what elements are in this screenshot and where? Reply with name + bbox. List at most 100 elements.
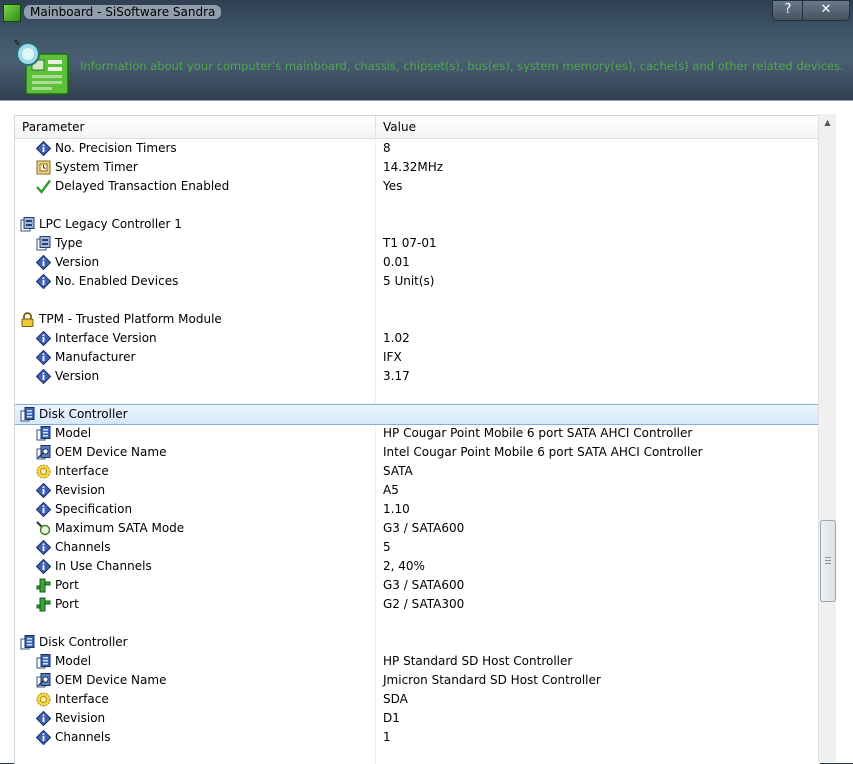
- column-header-value[interactable]: Value: [383, 120, 416, 134]
- parameter-name: OEM Device Name: [55, 673, 167, 687]
- table-row[interactable]: Model HP Cougar Point Mobile 6 port SATA …: [15, 424, 819, 443]
- disk-controller-icon: [36, 654, 51, 669]
- parameter-name: System Timer: [55, 160, 138, 174]
- section-header-row[interactable]: Disk Controller: [15, 633, 819, 652]
- parameter-name: No. Enabled Devices: [55, 274, 179, 288]
- table-row[interactable]: Port G3 / SATA600: [15, 576, 819, 595]
- spacer-row: [15, 196, 819, 215]
- parameter-name: OEM Device Name: [55, 445, 167, 459]
- parameter-value: HP Standard SD Host Controller: [383, 654, 573, 668]
- parameter-name: Channels: [55, 540, 111, 554]
- parameter-name: LPC Legacy Controller 1: [39, 217, 182, 231]
- parameter-name: Revision: [55, 483, 106, 497]
- disk-controller-icon: [20, 407, 35, 422]
- parameter-name: Interface: [55, 464, 109, 478]
- table-row[interactable]: Manufacturer IFX: [15, 348, 819, 367]
- checkmark-icon: [36, 179, 51, 194]
- diamond-info-icon: [35, 273, 52, 290]
- parameter-value: 2, 40%: [383, 559, 425, 573]
- oem-device-icon: [36, 445, 51, 460]
- window-description: Information about your computer's mainbo…: [80, 59, 844, 73]
- parameter-value: 3.17: [383, 369, 410, 383]
- table-row[interactable]: Channels 1: [15, 728, 819, 747]
- oem-device-icon: [36, 673, 51, 688]
- spacer-row: [15, 386, 819, 405]
- parameter-name: Type: [55, 236, 83, 250]
- mainboard-app-icon: [3, 4, 21, 22]
- table-row[interactable]: Model HP Standard SD Host Controller: [15, 652, 819, 671]
- parameter-value: A5: [383, 483, 399, 497]
- vertical-scrollbar[interactable]: ▲: [818, 114, 836, 762]
- diamond-info-icon: [35, 330, 52, 347]
- spacer-row: [15, 614, 819, 633]
- interface-gear-icon: [36, 464, 51, 479]
- table-row[interactable]: Specification 1.10: [15, 500, 819, 519]
- parameter-name: No. Precision Timers: [55, 141, 177, 155]
- parameter-name: Revision: [55, 711, 106, 725]
- parameter-name: Disk Controller: [39, 407, 128, 421]
- mainboard-large-icon: [14, 40, 69, 95]
- parameter-value: HP Cougar Point Mobile 6 port SATA AHCI …: [383, 426, 693, 440]
- diamond-info-icon: [35, 254, 52, 271]
- grip-line: [825, 563, 831, 564]
- table-row[interactable]: Maximum SATA Mode G3 / SATA600: [15, 519, 819, 538]
- scrollbar-thumb[interactable]: [820, 520, 836, 602]
- table-row[interactable]: Revision A5: [15, 481, 819, 500]
- diamond-info-icon: [35, 729, 52, 746]
- table-header: Parameter Value: [15, 116, 819, 139]
- parameter-name: Channels: [55, 730, 111, 744]
- column-divider[interactable]: [375, 116, 376, 138]
- table-row[interactable]: Type T1 07-01: [15, 234, 819, 253]
- section-header-row[interactable]: LPC Legacy Controller 1: [15, 215, 819, 234]
- diamond-info-icon: [35, 140, 52, 157]
- diamond-info-icon: [35, 501, 52, 518]
- parameter-value: 1.10: [383, 502, 410, 516]
- table-row[interactable]: Revision D1: [15, 709, 819, 728]
- table-row[interactable]: Delayed Transaction Enabled Yes: [15, 177, 819, 196]
- table-row[interactable]: No. Enabled Devices 5 Unit(s): [15, 272, 819, 291]
- parameter-value: Jmicron Standard SD Host Controller: [383, 673, 601, 687]
- table-row[interactable]: Interface SDA: [15, 690, 819, 709]
- parameter-value: SATA: [383, 464, 413, 478]
- parameter-name: Specification: [55, 502, 133, 516]
- parameter-value: Intel Cougar Point Mobile 6 port SATA AH…: [383, 445, 703, 459]
- parameter-value: T1 07-01: [383, 236, 437, 250]
- parameter-table: Parameter Value No. Precision Timers 8 Sys…: [14, 115, 820, 764]
- parameter-name: Model: [55, 654, 92, 668]
- controller-icon: [36, 236, 51, 251]
- table-row[interactable]: Version 0.01: [15, 253, 819, 272]
- diamond-info-icon: [35, 558, 52, 575]
- scroll-up-arrow-icon[interactable]: ▲: [819, 114, 836, 131]
- column-header-parameter[interactable]: Parameter: [22, 120, 84, 134]
- parameter-name: Port: [55, 578, 79, 592]
- grip-line: [825, 560, 831, 561]
- table-row[interactable]: Channels 5: [15, 538, 819, 557]
- diamond-info-icon: [35, 482, 52, 499]
- diamond-info-icon: [35, 349, 52, 366]
- parameter-value: 5 Unit(s): [383, 274, 435, 288]
- help-button[interactable]: ?: [772, 0, 804, 21]
- table-row[interactable]: OEM Device Name Jmicron Standard SD Host …: [15, 671, 819, 690]
- close-button[interactable]: ✕: [802, 0, 850, 21]
- parameter-name: Version: [55, 255, 100, 269]
- parameter-name: Interface: [55, 692, 109, 706]
- parameter-name: Manufacturer: [55, 350, 136, 364]
- table-row[interactable]: Interface Version 1.02: [15, 329, 819, 348]
- parameter-value: G3 / SATA600: [383, 578, 465, 592]
- parameter-value: SDA: [383, 692, 408, 706]
- table-row[interactable]: Version 3.17: [15, 367, 819, 386]
- section-header-row[interactable]: TPM - Trusted Platform Module: [15, 310, 819, 329]
- table-row[interactable]: In Use Channels 2, 40%: [15, 557, 819, 576]
- table-row[interactable]: System Timer 14.32MHz: [15, 158, 819, 177]
- title-bar: Mainboard - SiSoftware Sandra ? ✕ Inform…: [0, 0, 853, 100]
- section-header-row[interactable]: Disk Controller: [15, 404, 819, 425]
- parameter-name: Disk Controller: [39, 635, 128, 649]
- padlock-icon: [20, 312, 35, 327]
- controller-icon: [20, 217, 35, 232]
- diamond-info-icon: [35, 368, 52, 385]
- table-row[interactable]: Interface SATA: [15, 462, 819, 481]
- table-row[interactable]: OEM Device Name Intel Cougar Point Mobile…: [15, 443, 819, 462]
- table-row[interactable]: Port G2 / SATA300: [15, 595, 819, 614]
- table-row[interactable]: No. Precision Timers 8: [15, 139, 819, 158]
- parameter-value: IFX: [383, 350, 402, 364]
